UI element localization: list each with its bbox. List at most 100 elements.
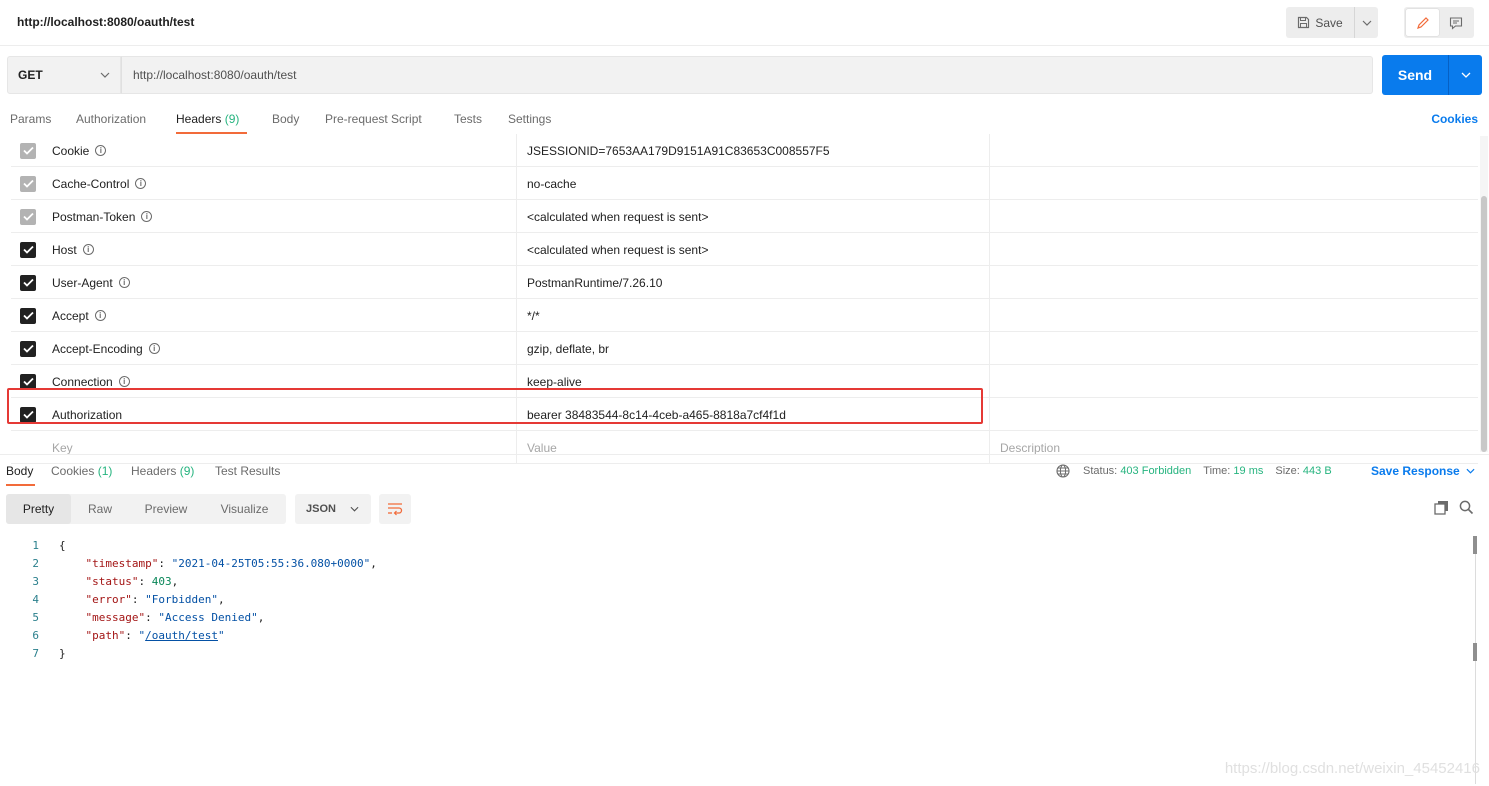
edit-mode-button[interactable] bbox=[1406, 9, 1439, 36]
resp-tab-headers-label: Headers bbox=[131, 464, 177, 478]
view-pretty[interactable]: Pretty bbox=[6, 494, 71, 524]
header-checkbox[interactable] bbox=[20, 274, 36, 291]
line-number: 5 bbox=[32, 610, 39, 624]
tab-headers[interactable]: Headers (9) bbox=[176, 112, 239, 126]
header-description[interactable] bbox=[989, 167, 1478, 200]
request-tab-title[interactable]: http://localhost:8080/oauth/test bbox=[17, 15, 194, 29]
cookies-link[interactable]: Cookies bbox=[1431, 112, 1478, 126]
status-value[interactable]: 403 Forbidden bbox=[1120, 465, 1191, 477]
header-key[interactable]: Accept-Encoding i bbox=[52, 332, 160, 365]
request-tabs: Params Authorization Headers (9) Body Pr… bbox=[0, 104, 1489, 134]
header-value[interactable]: <calculated when request is sent> bbox=[516, 233, 989, 266]
info-icon[interactable]: i bbox=[141, 211, 153, 222]
info-icon[interactable]: i bbox=[118, 277, 130, 288]
info-icon[interactable]: i bbox=[95, 145, 107, 156]
header-checkbox[interactable] bbox=[20, 175, 36, 192]
resp-tab-headers-count: (9) bbox=[179, 464, 195, 478]
check-icon bbox=[22, 245, 34, 254]
save-button[interactable]: Save bbox=[1286, 7, 1354, 38]
header-description[interactable] bbox=[989, 398, 1478, 431]
response-scrollbar[interactable] bbox=[1473, 536, 1478, 786]
view-raw[interactable]: Raw bbox=[71, 494, 129, 524]
header-value[interactable]: <calculated when request is sent> bbox=[516, 200, 989, 233]
view-preview[interactable]: Preview bbox=[129, 494, 203, 524]
header-checkbox-cell bbox=[11, 167, 45, 200]
header-description[interactable] bbox=[989, 200, 1478, 233]
header-checkbox-cell bbox=[11, 299, 45, 332]
view-visualize[interactable]: Visualize bbox=[203, 494, 286, 524]
check-icon bbox=[22, 410, 34, 419]
header-checkbox[interactable] bbox=[20, 340, 36, 357]
header-description[interactable] bbox=[989, 266, 1478, 299]
scroll-marker bbox=[1473, 536, 1477, 554]
copy-icon[interactable] bbox=[1434, 500, 1449, 515]
header-checkbox[interactable] bbox=[20, 307, 36, 324]
globe-icon[interactable] bbox=[1056, 464, 1070, 478]
save-response-button[interactable]: Save Response bbox=[1371, 464, 1475, 478]
header-checkbox[interactable] bbox=[20, 373, 36, 390]
save-icon bbox=[1298, 16, 1310, 29]
tab-pre-request-script[interactable]: Pre-request Script bbox=[325, 112, 422, 126]
header-value[interactable]: PostmanRuntime/7.26.10 bbox=[516, 266, 989, 299]
check-icon bbox=[22, 311, 34, 320]
info-icon[interactable]: i bbox=[82, 244, 94, 255]
headers-scrollbar[interactable] bbox=[1480, 136, 1488, 452]
header-checkbox[interactable] bbox=[20, 208, 36, 225]
header-key[interactable]: Accept i bbox=[52, 299, 106, 332]
resp-tab-cookies[interactable]: Cookies (1) bbox=[51, 464, 112, 478]
header-checkbox[interactable] bbox=[20, 241, 36, 258]
resp-tab-test-results[interactable]: Test Results bbox=[215, 464, 280, 478]
tab-authorization[interactable]: Authorization bbox=[76, 112, 146, 126]
header-key[interactable]: Postman-Token i bbox=[52, 200, 153, 233]
check-icon bbox=[22, 179, 34, 188]
info-icon[interactable]: i bbox=[135, 178, 147, 189]
info-icon[interactable]: i bbox=[94, 310, 106, 321]
save-dropdown-button[interactable] bbox=[1354, 7, 1378, 38]
resp-tab-headers[interactable]: Headers (9) bbox=[131, 464, 194, 478]
save-label: Save bbox=[1315, 15, 1343, 30]
tab-settings[interactable]: Settings bbox=[508, 112, 551, 126]
header-description[interactable] bbox=[989, 299, 1478, 332]
tab-tests[interactable]: Tests bbox=[454, 112, 482, 126]
header-key[interactable]: Cache-Control i bbox=[52, 167, 147, 200]
header-key[interactable]: Host i bbox=[52, 233, 94, 266]
header-value[interactable]: JSESSIONID=7653AA179D9151A91C83653C00855… bbox=[516, 134, 989, 167]
header-description[interactable] bbox=[989, 134, 1478, 167]
timestamp-value: 2021-04-25T05:55:36.080+0000 bbox=[178, 556, 364, 570]
header-value[interactable]: keep-alive bbox=[516, 365, 989, 398]
resp-tab-body[interactable]: Body bbox=[6, 464, 33, 478]
headers-scrollbar-thumb[interactable] bbox=[1481, 196, 1487, 452]
header-value[interactable]: */* bbox=[516, 299, 989, 332]
header-key[interactable]: Cookie i bbox=[52, 134, 107, 167]
search-icon[interactable] bbox=[1459, 500, 1474, 515]
tab-body[interactable]: Body bbox=[272, 112, 299, 126]
info-icon[interactable]: i bbox=[118, 376, 130, 387]
header-description[interactable] bbox=[989, 233, 1478, 266]
path-link[interactable]: /oauth/test bbox=[145, 629, 218, 642]
tab-params[interactable]: Params bbox=[10, 112, 51, 126]
header-key[interactable]: Authorization bbox=[52, 398, 122, 431]
time-value[interactable]: 19 ms bbox=[1233, 465, 1263, 477]
header-checkbox-cell bbox=[11, 266, 45, 299]
header-key[interactable]: User-Agent i bbox=[52, 266, 130, 299]
wrap-lines-button[interactable] bbox=[379, 494, 411, 524]
top-bar: http://localhost:8080/oauth/test Save bbox=[0, 0, 1489, 46]
header-checkbox[interactable] bbox=[20, 142, 36, 159]
info-icon[interactable]: i bbox=[148, 343, 160, 354]
comment-mode-button[interactable] bbox=[1439, 9, 1472, 36]
chevron-down-icon bbox=[1362, 20, 1371, 26]
header-value[interactable]: gzip, deflate, br bbox=[516, 332, 989, 365]
send-dropdown-button[interactable] bbox=[1448, 55, 1482, 95]
header-description[interactable] bbox=[989, 332, 1478, 365]
header-value[interactable]: bearer 38483544-8c14-4ceb-a465-8818a7cf4… bbox=[516, 398, 989, 431]
header-checkbox[interactable] bbox=[20, 406, 36, 423]
format-select[interactable]: JSON bbox=[295, 494, 371, 524]
method-select[interactable]: GET bbox=[7, 56, 121, 94]
header-key[interactable]: Connection i bbox=[52, 365, 130, 398]
header-row: Cache-Control i no-cache bbox=[11, 167, 1478, 200]
header-description[interactable] bbox=[989, 365, 1478, 398]
header-value[interactable]: no-cache bbox=[516, 167, 989, 200]
url-input[interactable] bbox=[121, 56, 1373, 94]
send-button[interactable]: Send bbox=[1382, 55, 1448, 95]
size-value[interactable]: 443 B bbox=[1303, 465, 1332, 477]
